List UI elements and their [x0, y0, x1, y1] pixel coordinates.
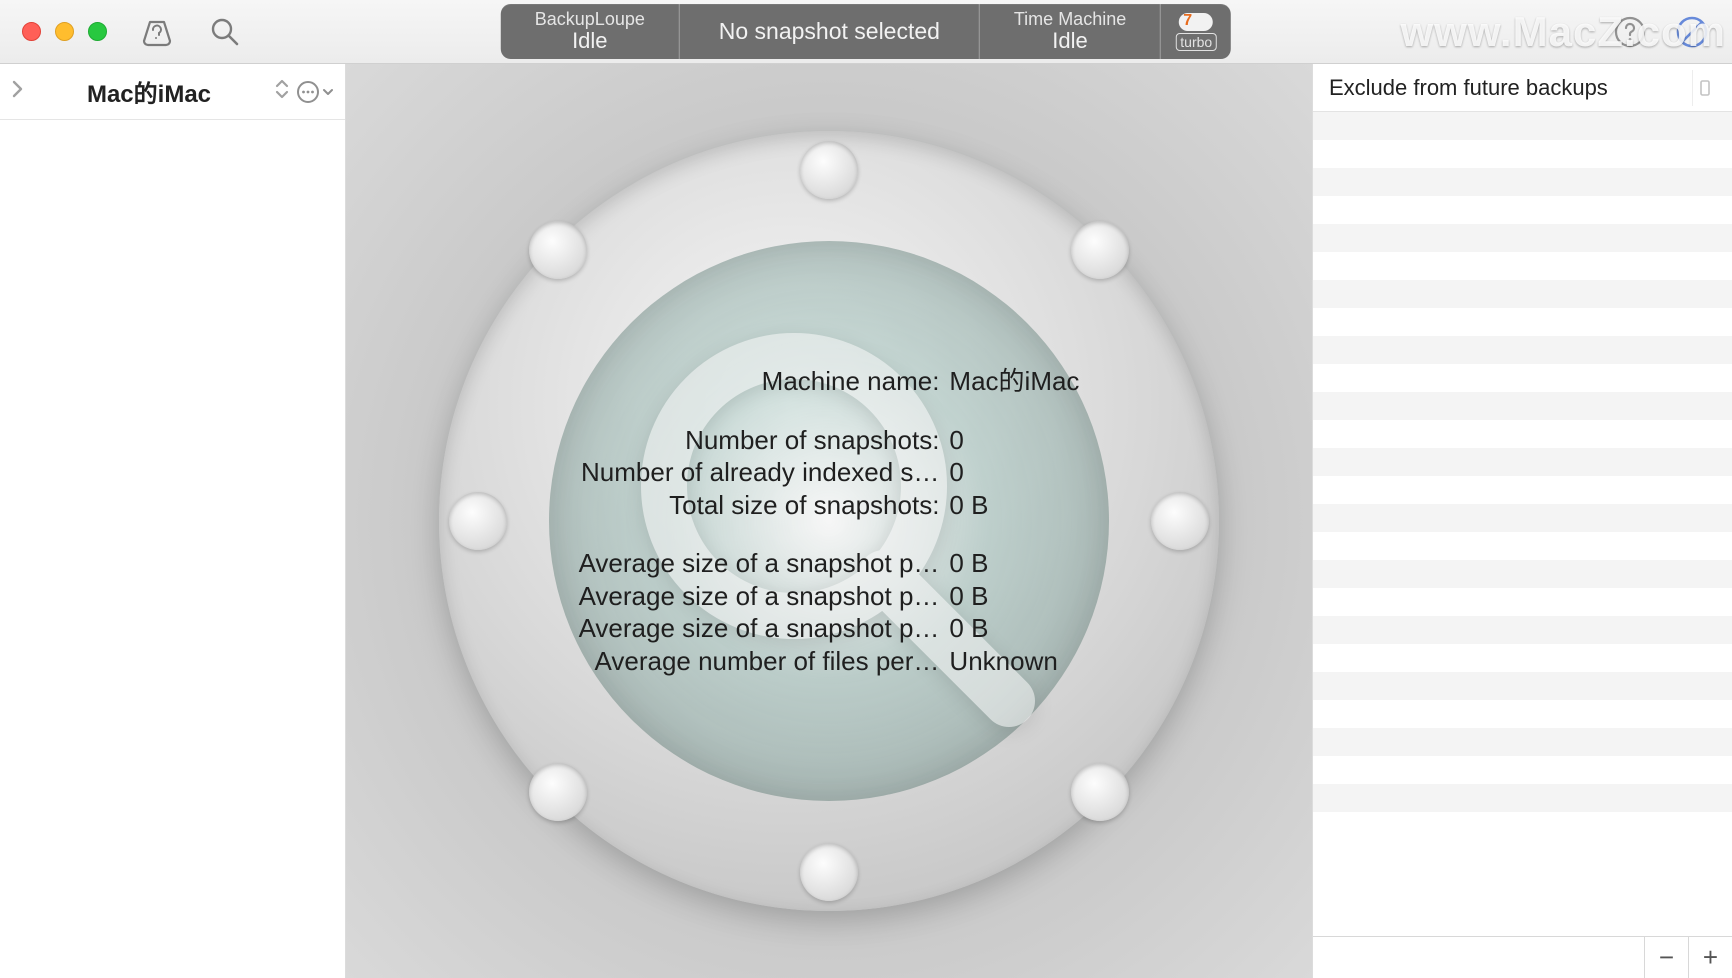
- list-item[interactable]: [1313, 420, 1732, 448]
- backup-disk-icon[interactable]: [137, 12, 177, 52]
- bolt-graphic: [1071, 763, 1129, 821]
- selected-machine-name[interactable]: Mac的iMac: [30, 74, 268, 109]
- status-turbo[interactable]: turbo: [1161, 4, 1231, 59]
- list-item[interactable]: [1313, 560, 1732, 588]
- help-icon[interactable]: [1610, 12, 1650, 52]
- info-row-label: Number of snapshots:: [685, 424, 939, 457]
- exclude-header-action-icon[interactable]: [1692, 70, 1716, 106]
- status-app-state: Idle: [572, 29, 607, 53]
- list-item[interactable]: [1313, 252, 1732, 280]
- list-item[interactable]: [1313, 616, 1732, 644]
- settings-cancel-icon[interactable]: [1672, 12, 1712, 52]
- exclude-footer: − +: [1313, 936, 1732, 978]
- list-item[interactable]: [1313, 196, 1732, 224]
- status-snapshot-text: No snapshot selected: [719, 18, 940, 45]
- info-row-value: 0: [949, 456, 1079, 489]
- status-bar: BackupLoupe Idle No snapshot selected Ti…: [501, 4, 1231, 59]
- bolt-graphic: [529, 763, 587, 821]
- status-tm-name: Time Machine: [1014, 10, 1126, 30]
- list-item[interactable]: [1313, 280, 1732, 308]
- more-options-button[interactable]: [296, 80, 335, 104]
- bolt-graphic: [1071, 221, 1129, 279]
- minimize-window-button[interactable]: [55, 22, 74, 41]
- remove-exclude-button[interactable]: −: [1644, 937, 1688, 978]
- list-item[interactable]: [1313, 672, 1732, 700]
- add-exclude-button[interactable]: +: [1688, 937, 1732, 978]
- list-item[interactable]: [1313, 644, 1732, 672]
- info-row-value: 0 B: [949, 612, 1079, 645]
- list-item[interactable]: [1313, 700, 1732, 728]
- exclude-panel-header: Exclude from future backups: [1313, 64, 1732, 112]
- snapshot-info-grid: Machine name: Mac的iMac Number of snapshots…: [579, 365, 1080, 677]
- status-tm-state: Idle: [1052, 29, 1087, 53]
- status-snapshot: No snapshot selected: [680, 4, 980, 59]
- list-item[interactable]: [1313, 504, 1732, 532]
- window-controls: [0, 22, 137, 41]
- list-item[interactable]: [1313, 224, 1732, 252]
- bolt-graphic: [800, 141, 858, 199]
- info-row-label: Average number of files per…: [595, 645, 940, 678]
- status-app-name: BackupLoupe: [535, 10, 645, 30]
- info-row-label: Average size of a snapshot p…: [579, 547, 940, 580]
- exclude-panel: Exclude from future backups − +: [1312, 64, 1732, 978]
- bolt-graphic: [1151, 492, 1209, 550]
- list-item[interactable]: [1313, 364, 1732, 392]
- list-item[interactable]: [1313, 112, 1732, 140]
- list-item[interactable]: [1313, 308, 1732, 336]
- info-row-label: Average size of a snapshot p…: [579, 580, 940, 613]
- info-row-label: Number of already indexed s…: [581, 456, 939, 489]
- info-row-value: 0 B: [949, 547, 1079, 580]
- chevron-right-icon[interactable]: [10, 79, 24, 104]
- info-row-value: 0 B: [949, 489, 1079, 522]
- info-row-value: 0 B: [949, 580, 1079, 613]
- info-row-label: Total size of snapshots:: [669, 489, 939, 522]
- list-item[interactable]: [1313, 532, 1732, 560]
- exclude-panel-title: Exclude from future backups: [1329, 75, 1608, 101]
- exclude-list[interactable]: [1313, 112, 1732, 936]
- list-item[interactable]: [1313, 728, 1732, 756]
- sidebar: Mac的iMac: [0, 64, 346, 978]
- list-item[interactable]: [1313, 812, 1732, 840]
- toolbar: BackupLoupe Idle No snapshot selected Ti…: [0, 0, 1732, 64]
- list-item[interactable]: [1313, 756, 1732, 784]
- status-backuploupe: BackupLoupe Idle: [501, 4, 680, 59]
- search-icon[interactable]: [205, 12, 245, 52]
- info-row-label: Average size of a snapshot p…: [579, 612, 940, 645]
- status-time-machine: Time Machine Idle: [980, 4, 1161, 59]
- bolt-graphic: [800, 843, 858, 901]
- list-item[interactable]: [1313, 784, 1732, 812]
- info-row-value: 0: [949, 424, 1079, 457]
- zoom-window-button[interactable]: [88, 22, 107, 41]
- close-window-button[interactable]: [22, 22, 41, 41]
- list-item[interactable]: [1313, 168, 1732, 196]
- list-item[interactable]: [1313, 392, 1732, 420]
- snapshot-info-panel: Machine name: Mac的iMac Number of snapshots…: [346, 64, 1312, 978]
- list-item[interactable]: [1313, 448, 1732, 476]
- turbo-indicator-icon: [1179, 13, 1213, 31]
- bolt-graphic: [449, 492, 507, 550]
- bolt-graphic: [529, 221, 587, 279]
- list-item[interactable]: [1313, 588, 1732, 616]
- info-row-value: Unknown: [949, 645, 1079, 678]
- turbo-label: turbo: [1175, 33, 1217, 51]
- list-item[interactable]: [1313, 476, 1732, 504]
- sidebar-header: Mac的iMac: [0, 64, 345, 120]
- up-down-icon[interactable]: [274, 77, 290, 106]
- info-row-value: Mac的iMac: [949, 365, 1079, 398]
- list-item[interactable]: [1313, 336, 1732, 364]
- list-item[interactable]: [1313, 140, 1732, 168]
- info-row-label: Machine name:: [762, 365, 940, 398]
